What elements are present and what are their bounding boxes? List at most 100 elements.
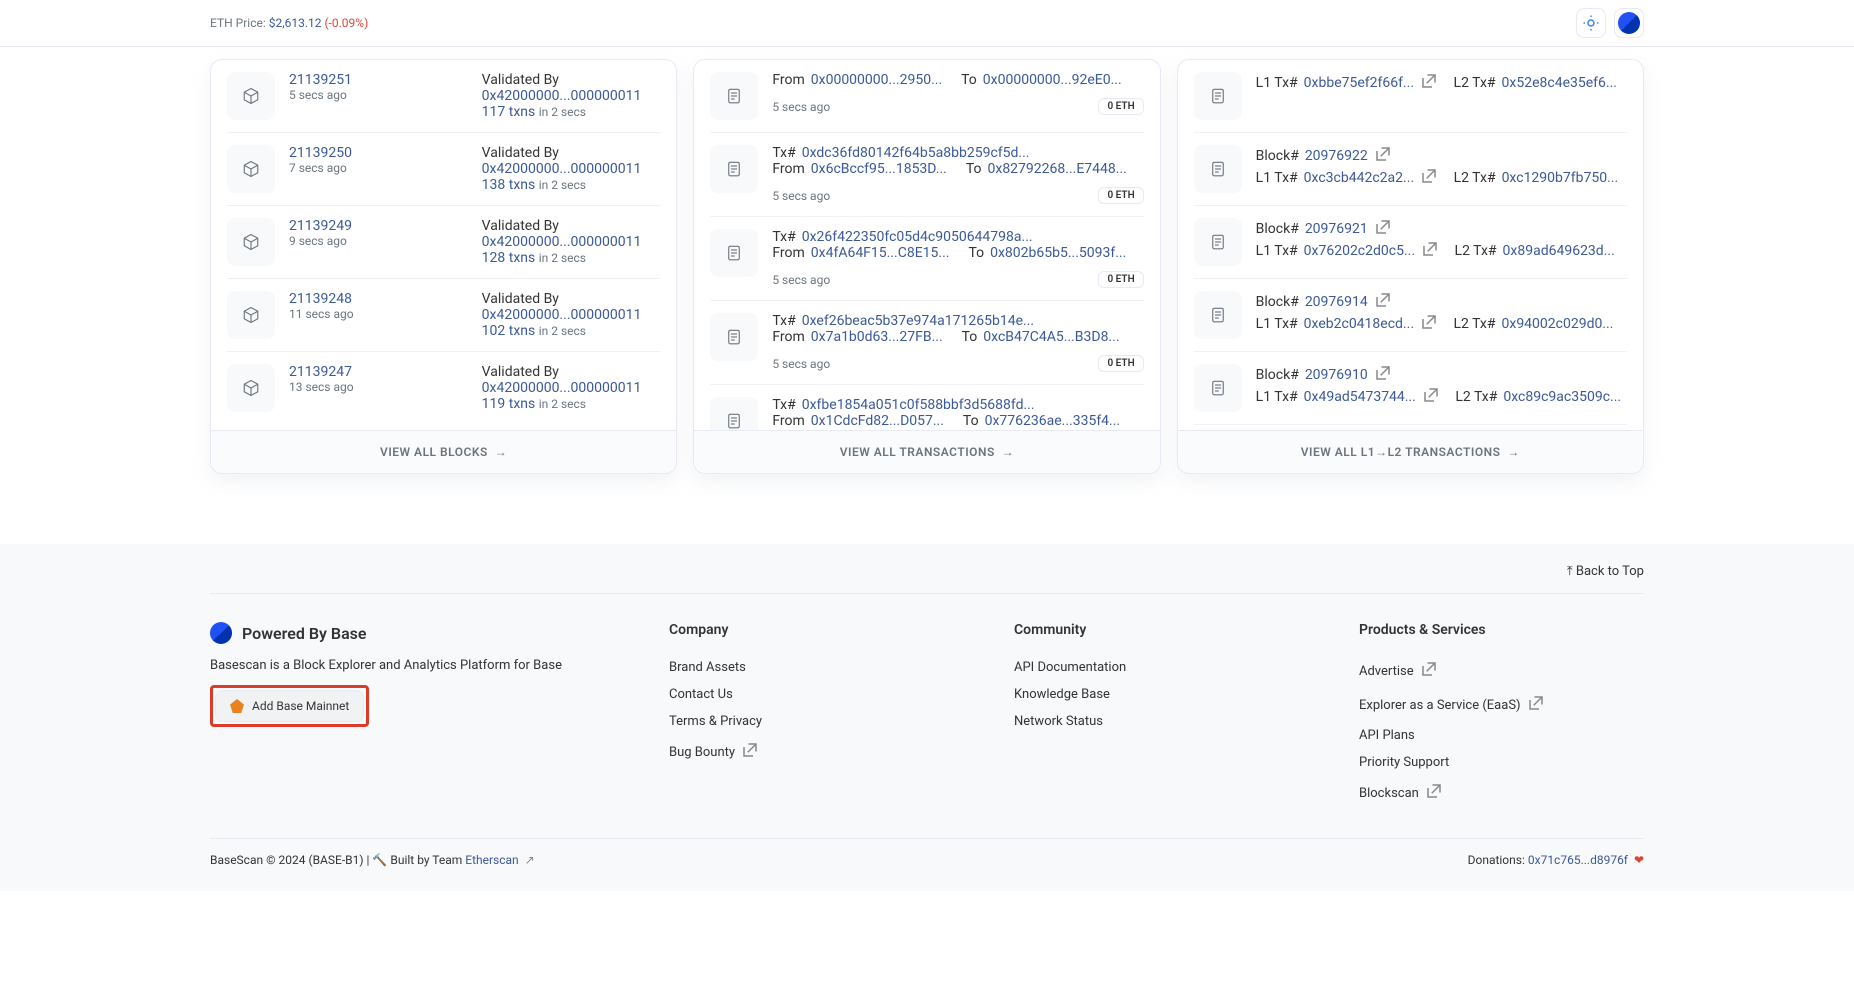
l1l2-row: Block# 20976922 L1 Tx# 0xc3cb442c2a2... … xyxy=(1194,132,1627,205)
view-all-blocks-button[interactable]: VIEW ALL BLOCKS → xyxy=(211,430,676,473)
block-number-link[interactable]: 21139250 xyxy=(289,145,468,161)
tx-hash-link[interactable]: 0xfbe1854a051c0f588bbf3d5688fd... xyxy=(802,397,1035,413)
back-to-top-button[interactable]: ⤒ Back to Top xyxy=(210,564,1644,593)
footer-link[interactable]: Brand Assets xyxy=(669,654,954,681)
footer-link[interactable]: Explorer as a Service (EaaS) xyxy=(1359,688,1644,722)
validator-link[interactable]: 0x42000000...000000011 xyxy=(482,161,661,177)
txns-link[interactable]: 102 txns xyxy=(482,323,536,339)
block-num-col: 21139250 7 secs ago xyxy=(289,145,468,193)
external-link-icon[interactable] xyxy=(1420,167,1438,189)
to-link[interactable]: 0x802b65b5...5093f... xyxy=(990,245,1126,261)
to-link[interactable]: 0x00000000...92eE0... xyxy=(983,72,1122,88)
footer-community: Community API DocumentationKnowledge Bas… xyxy=(1014,622,1299,810)
l1-link[interactable]: 0xc3cb442c2a2... xyxy=(1304,170,1414,186)
l2-link[interactable]: 0x94002c029d0... xyxy=(1502,316,1614,332)
block-link[interactable]: 20976910 xyxy=(1305,367,1368,383)
block-number-link[interactable]: 21139248 xyxy=(289,291,468,307)
external-link-icon[interactable] xyxy=(1374,291,1392,313)
txns-link[interactable]: 117 txns xyxy=(482,104,536,120)
footer-link[interactable]: Knowledge Base xyxy=(1014,681,1299,708)
document-icon xyxy=(710,72,758,120)
l2-link[interactable]: 0xc1290b7fb750... xyxy=(1502,170,1619,186)
validator-link[interactable]: 0x42000000...000000011 xyxy=(482,234,661,250)
block-age: 9 secs ago xyxy=(289,234,468,248)
block-number-link[interactable]: 21139247 xyxy=(289,364,468,380)
l2-link[interactable]: 0x89ad649623d... xyxy=(1503,243,1615,259)
from-link[interactable]: 0x00000000...2950... xyxy=(811,72,942,88)
txns-link[interactable]: 119 txns xyxy=(482,396,536,412)
from-link[interactable]: 0x4fA64F15...C8E15... xyxy=(811,245,950,261)
tx-fromto: From 0x1CdcFd82...D057... To 0x776236ae.… xyxy=(772,413,1143,429)
powered-by: Powered By Base xyxy=(210,622,609,644)
footer-link[interactable]: Network Status xyxy=(1014,708,1299,735)
tx-age: 5 secs ago xyxy=(772,100,830,114)
from-link[interactable]: 0x7a1b0d63...27FB... xyxy=(811,329,943,345)
to-link[interactable]: 0xcB47C4A5...B3D8... xyxy=(983,329,1119,345)
external-link-icon[interactable] xyxy=(1421,240,1439,262)
view-all-transactions-button[interactable]: VIEW ALL TRANSACTIONS → xyxy=(694,430,1159,473)
add-network-button[interactable]: Add Base Mainnet xyxy=(215,690,364,722)
footer-link[interactable]: Priority Support xyxy=(1359,749,1644,776)
external-link-icon[interactable] xyxy=(1374,364,1392,386)
theme-toggle-button[interactable] xyxy=(1576,8,1606,38)
eth-value-badge: 0 ETH xyxy=(1098,355,1143,372)
l2-link[interactable]: 0x52e8c4e35ef6... xyxy=(1502,75,1617,91)
block-number-link[interactable]: 21139249 xyxy=(289,218,468,234)
footer-link[interactable]: API Documentation xyxy=(1014,654,1299,681)
l1-link[interactable]: 0x76202c2d0c5... xyxy=(1304,243,1415,259)
l2-link[interactable]: 0xc89c9ac3509c... xyxy=(1503,389,1621,405)
block-validated-col: Validated By 0x42000000...000000011 138 … xyxy=(482,145,661,193)
l1l2-col: L1 Tx# 0xbbe75ef2f66f... L2 Tx# 0x52e8c4… xyxy=(1256,72,1627,120)
tx-col: Tx# 0xef26beac5b37e974a171265b14e... Fro… xyxy=(772,313,1143,372)
etherscan-link[interactable]: Etherscan xyxy=(465,853,518,867)
tx-hash-line: Tx# 0xdc36fd80142f64b5a8bb259cf5d... xyxy=(772,145,1143,161)
l1l2-row: Block# 20976914 L1 Tx# 0xeb2c0418ecd... … xyxy=(1194,278,1627,351)
l1-link[interactable]: 0x49ad5473744... xyxy=(1304,389,1416,405)
l1-link[interactable]: 0xeb2c0418ecd... xyxy=(1304,316,1414,332)
txns-link[interactable]: 128 txns xyxy=(482,250,536,266)
external-link-icon[interactable] xyxy=(1374,218,1392,240)
footer-link[interactable]: Contact Us xyxy=(669,681,954,708)
from-link[interactable]: 0x6cBccf95...1853D... xyxy=(811,161,947,177)
to-link[interactable]: 0x776236ae...335f4... xyxy=(985,413,1121,429)
donation-address-link[interactable]: 0x71c765...d8976f xyxy=(1528,853,1628,867)
view-all-l1l2-button[interactable]: VIEW ALL L1→L2 TRANSACTIONS → xyxy=(1178,430,1643,473)
tx-fromto: From 0x00000000...2950... To 0x00000000.… xyxy=(772,72,1143,88)
footer-link[interactable]: Bug Bounty xyxy=(669,735,954,769)
tx-hash-link[interactable]: 0xef26beac5b37e974a171265b14e... xyxy=(802,313,1034,329)
transactions-card: From 0x00000000...2950... To 0x00000000.… xyxy=(693,59,1160,474)
sub-footer-right: Donations: 0x71c765...d8976f ❤ xyxy=(1468,853,1644,867)
network-button[interactable] xyxy=(1614,8,1644,38)
tx-col: From 0x00000000...2950... To 0x00000000.… xyxy=(772,72,1143,120)
tx-col: Tx# 0xfbe1854a051c0f588bbf3d5688fd... Fr… xyxy=(772,397,1143,430)
l1-link[interactable]: 0xbbe75ef2f66f... xyxy=(1304,75,1414,91)
document-icon xyxy=(710,145,758,193)
l1l2-hashes: L1 Tx# 0x49ad5473744... L2 Tx# 0xc89c9ac… xyxy=(1256,386,1627,408)
external-link-icon[interactable] xyxy=(1420,313,1438,335)
tx-hash-link[interactable]: 0x26f422350fc05d4c9050644798a... xyxy=(802,229,1033,245)
validator-link[interactable]: 0x42000000...000000011 xyxy=(482,88,661,104)
validator-link[interactable]: 0x42000000...000000011 xyxy=(482,380,661,396)
block-link[interactable]: 20976921 xyxy=(1305,221,1368,237)
footer-link[interactable]: Terms & Privacy xyxy=(669,708,954,735)
tx-hash-link[interactable]: 0xdc36fd80142f64b5a8bb259cf5d... xyxy=(802,145,1030,161)
cards-area: 21139251 5 secs ago Validated By 0x42000… xyxy=(0,59,1854,474)
tx-age: 5 secs ago xyxy=(772,273,830,287)
block-number-link[interactable]: 21139251 xyxy=(289,72,468,88)
validator-link[interactable]: 0x42000000...000000011 xyxy=(482,307,661,323)
footer-columns: Powered By Base Basescan is a Block Expl… xyxy=(210,594,1644,838)
block-row: 21139250 7 secs ago Validated By 0x42000… xyxy=(227,132,660,205)
external-link-icon[interactable] xyxy=(1420,72,1438,94)
external-link-icon[interactable] xyxy=(1374,145,1392,167)
external-link-icon[interactable] xyxy=(1422,386,1440,408)
block-link[interactable]: 20976914 xyxy=(1305,294,1368,310)
txns-link[interactable]: 138 txns xyxy=(482,177,536,193)
eth-value[interactable]: $2,613.12 xyxy=(269,16,322,30)
footer-link[interactable]: Advertise xyxy=(1359,654,1644,688)
block-age: 13 secs ago xyxy=(289,380,468,394)
footer-link[interactable]: API Plans xyxy=(1359,722,1644,749)
footer-link[interactable]: Blockscan xyxy=(1359,776,1644,810)
from-link[interactable]: 0x1CdcFd82...D057... xyxy=(811,413,944,429)
to-link[interactable]: 0x82792268...E7448... xyxy=(988,161,1127,177)
block-link[interactable]: 20976922 xyxy=(1305,148,1368,164)
